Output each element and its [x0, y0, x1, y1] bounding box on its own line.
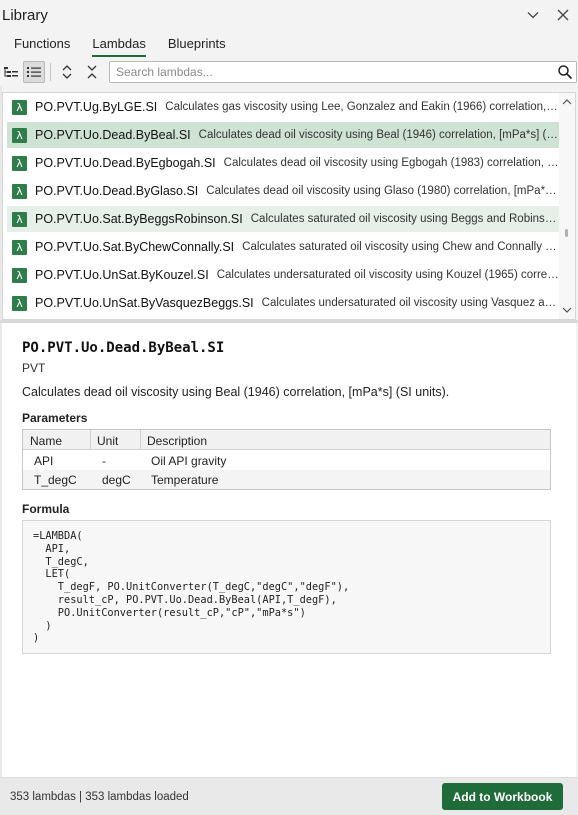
lambda-description: Calculates dead oil viscosity using Egbo… [223, 157, 559, 169]
lambda-list[interactable]: λ PO.PVT.Ug.ByLGE.SI Calculates gas visc… [2, 92, 576, 320]
list-item[interactable]: λ PO.PVT.Uo.Sat.ByBeggsRobinson.SI Calcu… [7, 206, 559, 232]
lambda-name: PO.PVT.Ug.ByLGE.SI [35, 100, 158, 114]
lambda-icon: λ [12, 267, 27, 283]
table-row: T_degC degC Temperature [23, 470, 550, 489]
tab-functions[interactable]: Functions [14, 31, 70, 59]
list-item[interactable]: λ PO.PVT.Uo.Dead.ByEgbogah.SI Calculates… [7, 150, 559, 176]
lambda-description: Calculates saturated oil viscosity using… [250, 213, 559, 225]
formula-label: Formula [22, 502, 70, 516]
tab-blueprints[interactable]: Blueprints [168, 31, 226, 59]
scroll-up-icon[interactable] [561, 96, 573, 108]
status-text: 353 lambdas | 353 lambdas loaded [10, 791, 189, 803]
lambda-icon: λ [12, 239, 27, 255]
lambda-icon: λ [12, 211, 27, 227]
parameters-table: Name Unit Description API - Oil API grav… [22, 429, 551, 490]
list-item[interactable]: λ PO.PVT.Uo.Dead.ByGlaso.SI Calculates d… [7, 178, 559, 204]
search-icon[interactable] [557, 64, 573, 80]
add-to-workbook-button[interactable]: Add to Workbook [442, 783, 563, 810]
param-description: Oil API gravity [151, 454, 227, 468]
search-box[interactable] [109, 61, 577, 83]
scroll-down-icon[interactable] [561, 304, 573, 316]
close-icon[interactable] [554, 6, 572, 24]
formula-box[interactable]: =LAMBDA( API, T_degC, LET( T_degF, PO.Un… [22, 520, 551, 654]
column-header-name: Name [30, 434, 63, 448]
column-header-unit: Unit [97, 434, 119, 448]
column-divider [90, 430, 91, 450]
scroll-thumb[interactable] [565, 229, 568, 237]
param-name: API [34, 454, 54, 468]
list-view-icon[interactable] [23, 61, 45, 83]
details-panel: PO.PVT.Uo.Dead.ByBeal.SI PVT Calculates … [2, 323, 576, 777]
lambda-icon: λ [12, 155, 27, 171]
chevron-down-icon[interactable] [524, 6, 542, 24]
toolbar [0, 59, 578, 86]
search-input[interactable] [116, 62, 546, 82]
list-item[interactable]: λ PO.PVT.Ug.ByLGE.SI Calculates gas visc… [7, 94, 559, 120]
parameters-label: Parameters [22, 411, 88, 425]
lambda-name: PO.PVT.Uo.Dead.ByBeal.SI [35, 128, 191, 142]
title-bar: Library [0, 0, 578, 31]
param-unit: degC [102, 473, 131, 487]
lambda-description: Calculates saturated oil viscosity using… [242, 241, 559, 253]
list-item[interactable]: λ PO.PVT.Uo.UnSat.ByKouzel.SI Calculates… [7, 262, 559, 288]
formula-code: =LAMBDA( API, T_degC, LET( T_degF, PO.Un… [33, 530, 350, 645]
lambda-icon: λ [12, 183, 27, 199]
detail-title: PO.PVT.Uo.Dead.ByBeal.SI [22, 340, 225, 356]
param-description: Temperature [151, 473, 219, 487]
lambda-icon: λ [12, 99, 27, 115]
param-unit: - [102, 454, 106, 468]
lambda-description: Calculates dead oil viscosity using Beal… [198, 129, 559, 141]
tree-view-icon[interactable] [0, 61, 22, 83]
lambda-name: PO.PVT.Uo.UnSat.ByKouzel.SI [35, 268, 209, 282]
column-divider [140, 430, 141, 450]
list-item[interactable]: λ PO.PVT.Uo.Dead.ByBeal.SI Calculates de… [7, 122, 559, 148]
column-header-description: Description [147, 434, 208, 448]
lambda-description: Calculates dead oil viscosity using Glas… [206, 185, 559, 197]
lambda-name: PO.PVT.Uo.Dead.ByEgbogah.SI [35, 156, 216, 170]
table-row: API - Oil API gravity [23, 451, 550, 470]
tab-lambdas[interactable]: Lambdas [92, 31, 147, 59]
lambda-icon: λ [12, 127, 27, 143]
expand-all-icon[interactable] [56, 61, 78, 83]
window-title: Library [2, 7, 48, 24]
toolbar-divider [50, 63, 51, 81]
lambda-description: Calculates gas viscosity using Lee, Gonz… [165, 101, 559, 113]
tab-bar: Functions Lambdas Blueprints [0, 31, 578, 59]
lambda-name: PO.PVT.Uo.UnSat.ByVasquezBeggs.SI [35, 296, 254, 310]
table-header: Name Unit Description [23, 430, 550, 450]
lambda-name: PO.PVT.Uo.Dead.ByGlaso.SI [35, 184, 199, 198]
lambda-name: PO.PVT.Uo.Sat.ByBeggsRobinson.SI [35, 212, 243, 226]
list-item[interactable]: λ PO.PVT.Uo.Sat.ByChewConnally.SI Calcul… [7, 234, 559, 260]
footer: 353 lambdas | 353 lambdas loaded Add to … [0, 777, 578, 815]
lambda-name: PO.PVT.Uo.Sat.ByChewConnally.SI [35, 240, 235, 254]
lambda-description: Calculates undersaturated oil viscosity … [261, 297, 559, 309]
lambda-description: Calculates undersaturated oil viscosity … [216, 269, 559, 281]
list-scrollbar[interactable] [559, 93, 575, 319]
collapse-all-icon[interactable] [81, 61, 103, 83]
param-name: T_degC [34, 473, 77, 487]
detail-category: PVT [22, 361, 46, 375]
lambda-icon: λ [12, 295, 27, 311]
detail-description: Calculates dead oil viscosity using Beal… [22, 385, 450, 399]
list-item[interactable]: λ PO.PVT.Uo.UnSat.ByVasquezBeggs.SI Calc… [7, 290, 559, 316]
